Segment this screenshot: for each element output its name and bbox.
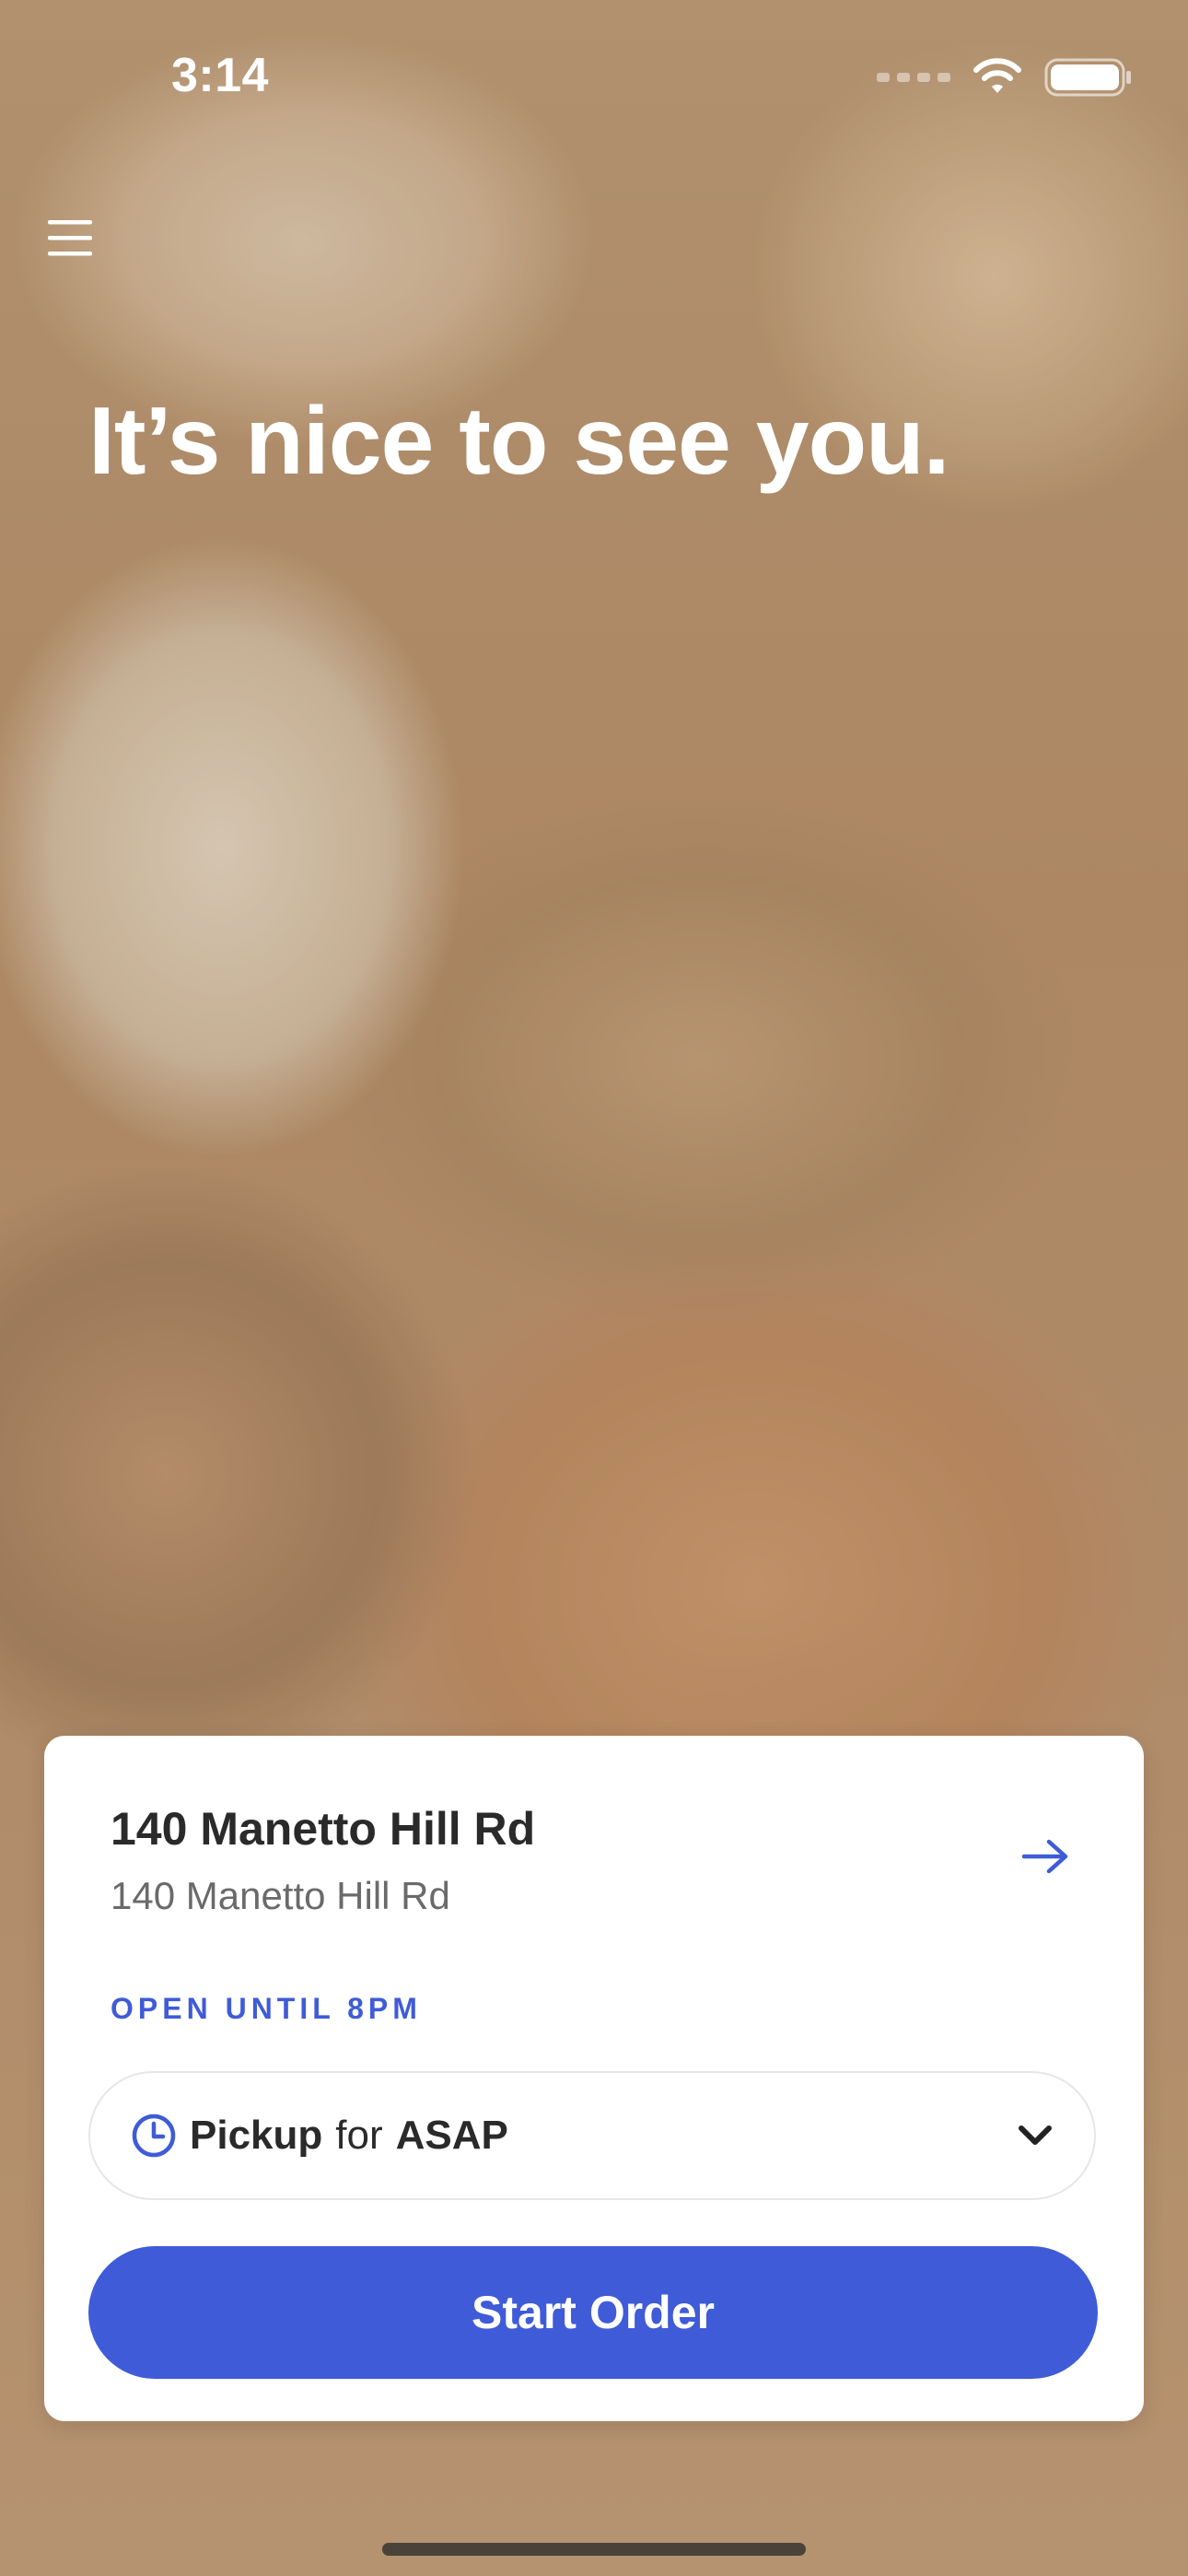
clock-icon <box>132 2113 176 2158</box>
app-screen: 3:14 It’s nice to see you. 140 Manetto H… <box>0 0 1188 2576</box>
order-time: ASAP <box>395 2113 508 2158</box>
hamburger-menu-icon <box>48 220 92 256</box>
order-connector: for <box>335 2113 383 2158</box>
cellular-signal-icon <box>877 73 950 82</box>
order-type-text: Pickup for ASAP <box>190 2113 508 2159</box>
location-header[interactable]: 140 Manetto Hill Rd 140 Manetto Hill Rd <box>111 1802 1077 1931</box>
order-type-dropdown-toggle[interactable] <box>1017 2124 1054 2148</box>
wifi-icon <box>973 58 1021 93</box>
location-title: 140 Manetto Hill Rd <box>111 1803 536 1855</box>
order-mode: Pickup <box>190 2113 323 2158</box>
chevron-down-icon <box>1019 2125 1052 2145</box>
location-card: 140 Manetto Hill Rd 140 Manetto Hill Rd … <box>44 1736 1144 2421</box>
menu-button[interactable] <box>41 212 99 263</box>
status-bar: 3:14 <box>0 0 1188 157</box>
status-icons <box>877 57 1133 98</box>
location-address: 140 Manetto Hill Rd <box>111 1874 450 1917</box>
home-indicator[interactable] <box>382 2543 806 2556</box>
start-order-button[interactable]: Start Order <box>88 2246 1098 2379</box>
status-time: 3:14 <box>171 49 270 102</box>
battery-icon <box>1044 58 1131 97</box>
arrow-right-icon <box>1021 1839 1068 1874</box>
store-hours: OPEN UNTIL 8PM <box>111 1992 422 2025</box>
greeting-heading: It’s nice to see you. <box>88 388 950 495</box>
location-details-button[interactable] <box>1013 1824 1077 1889</box>
order-type-selector[interactable]: Pickup for ASAP <box>88 2071 1096 2200</box>
